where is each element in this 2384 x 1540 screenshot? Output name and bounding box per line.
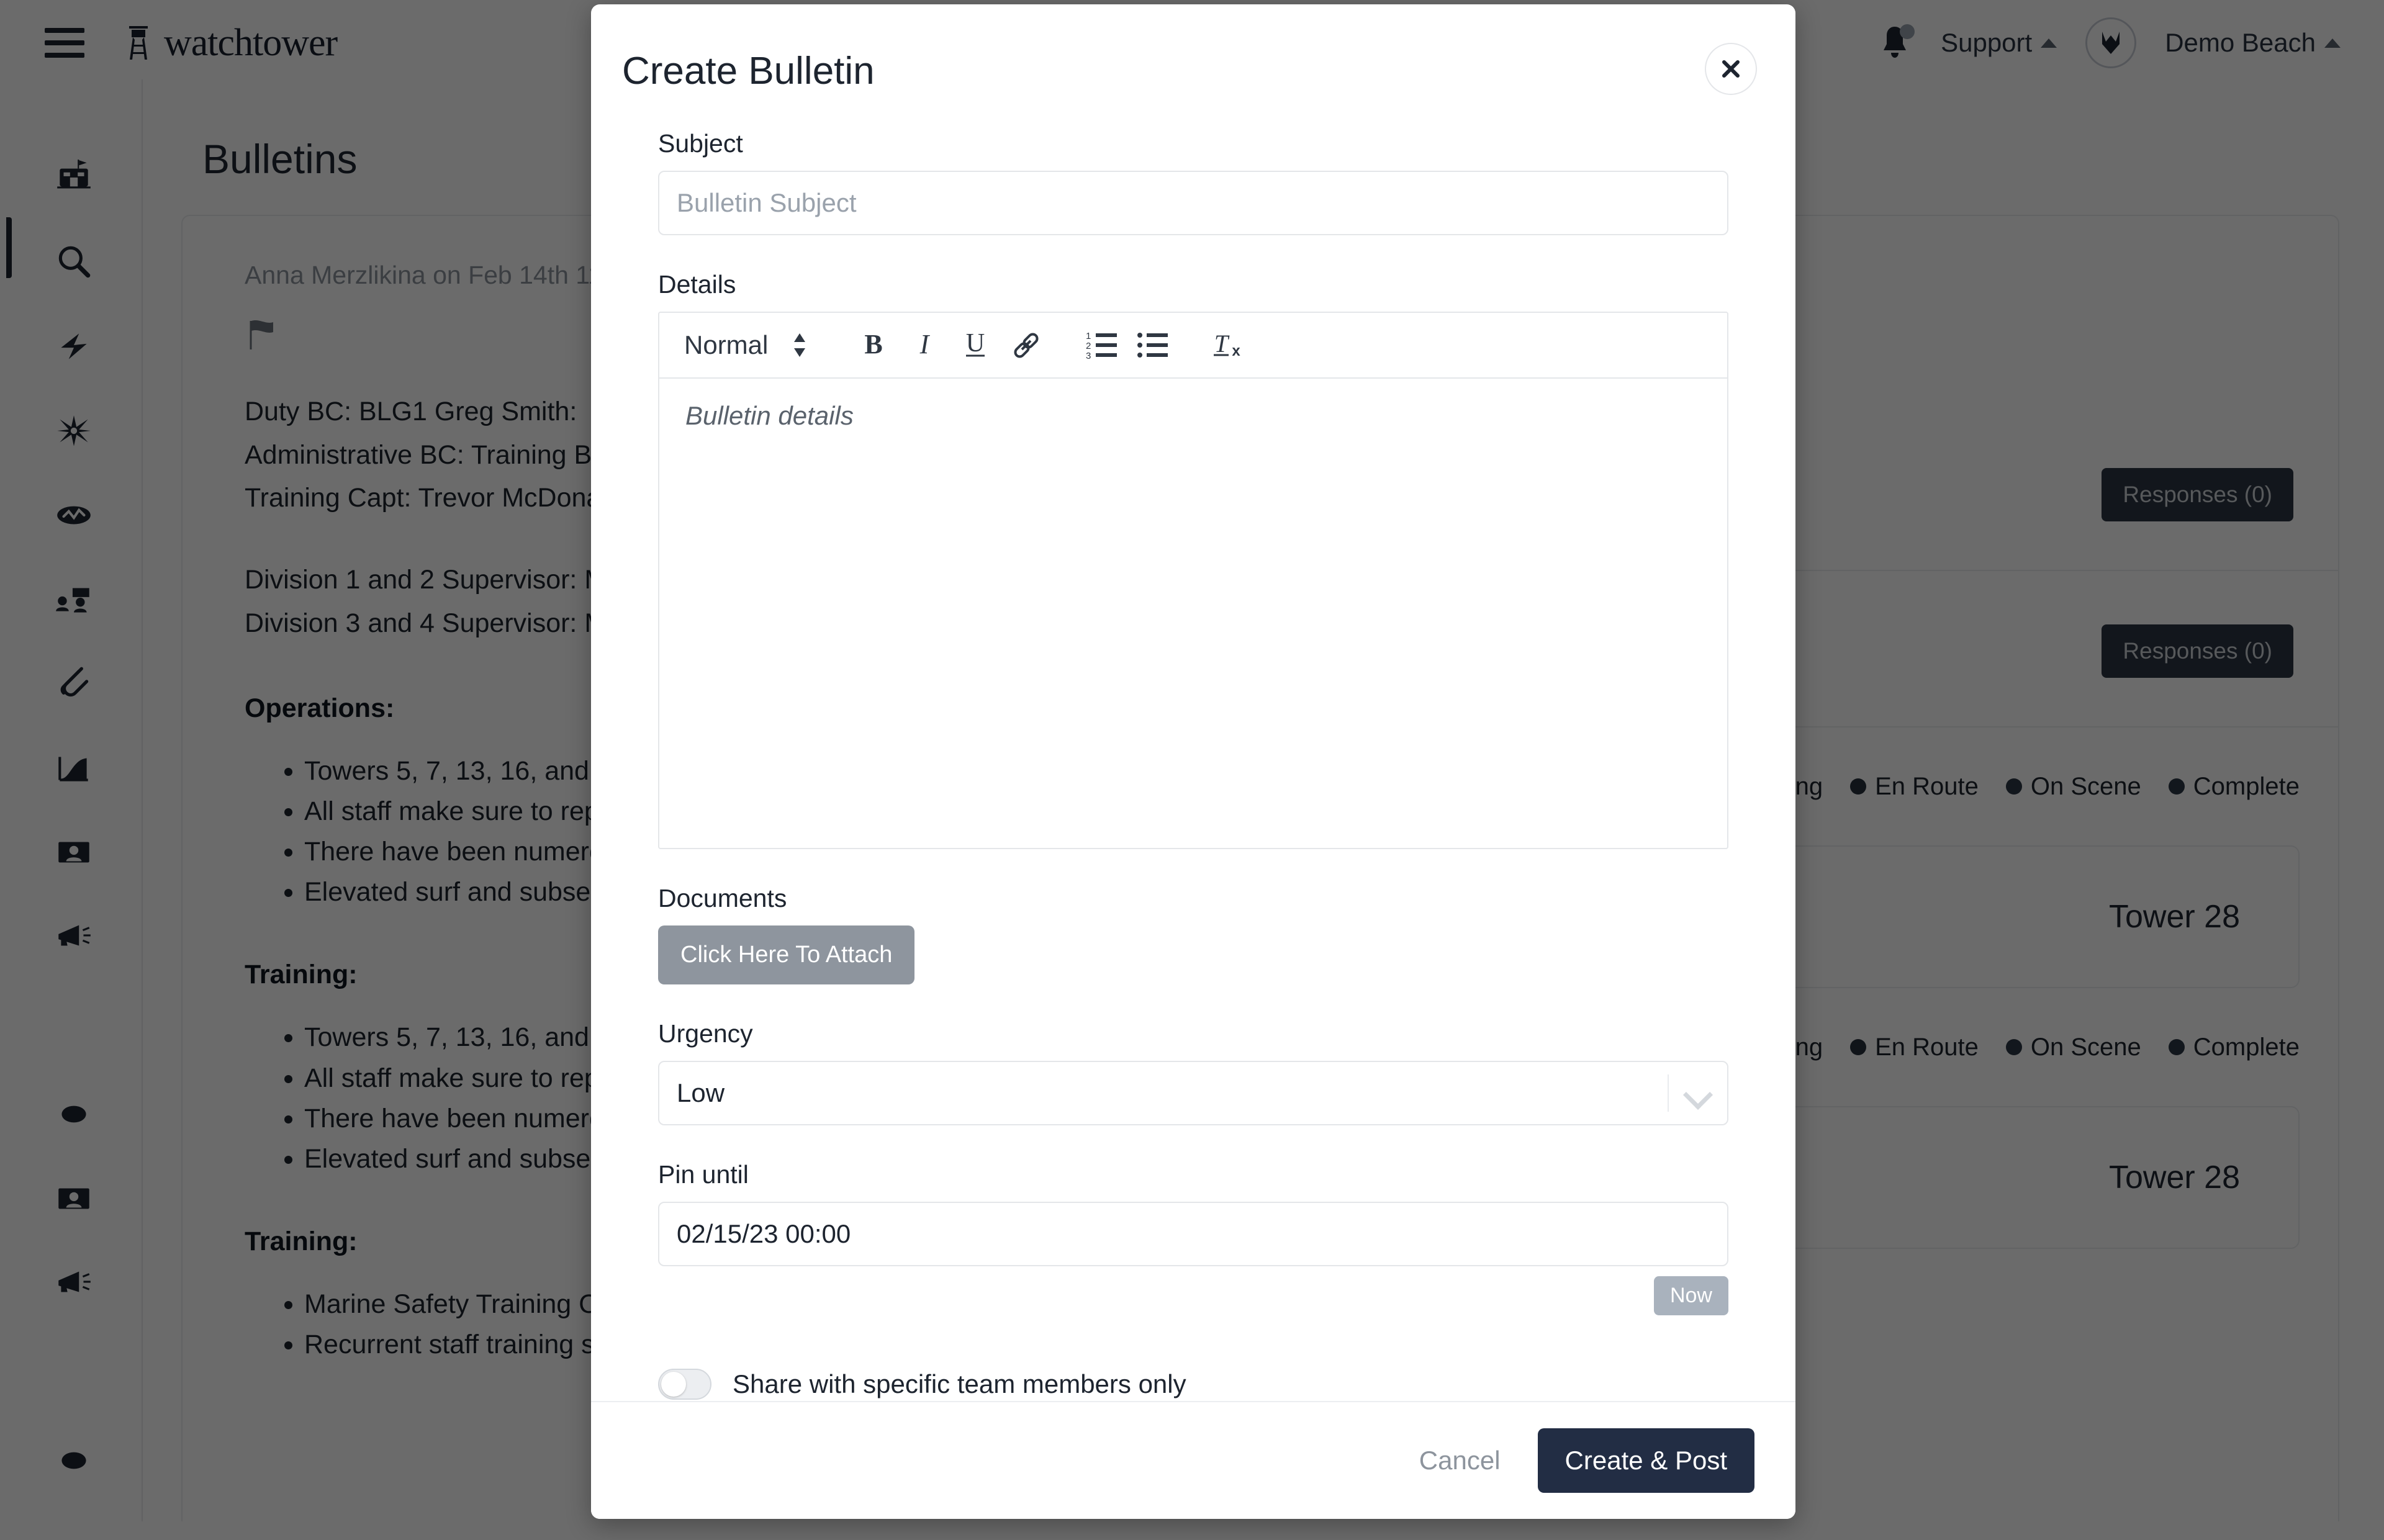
subject-input[interactable] <box>658 171 1728 235</box>
create-bulletin-modal: Create Bulletin Subject Details Normal <box>591 4 1795 1519</box>
urgency-select[interactable] <box>658 1061 1728 1125</box>
ordered-list-icon[interactable]: 1 2 3 <box>1078 322 1126 369</box>
italic-icon[interactable]: I <box>901 322 948 369</box>
select-divider <box>1668 1074 1669 1112</box>
create-and-post-button[interactable]: Create & Post <box>1537 1428 1754 1493</box>
svg-text:T: T <box>1214 330 1230 358</box>
bullet-list-icon[interactable] <box>1129 322 1176 369</box>
urgency-select-wrap <box>658 1061 1728 1125</box>
pin-until-input[interactable] <box>658 1202 1728 1266</box>
share-toggle-label: Share with specific team members only <box>733 1369 1186 1398</box>
modal-title: Create Bulletin <box>622 50 875 92</box>
clear-formatting-icon[interactable]: T x <box>1205 322 1252 369</box>
documents-field-group: Documents Click Here To Attach <box>627 884 1759 984</box>
attach-documents-button[interactable]: Click Here To Attach <box>658 925 915 984</box>
pin-until-field-group: Pin until Now <box>627 1160 1759 1315</box>
pin-until-label: Pin until <box>658 1160 749 1189</box>
format-select-label: Normal <box>684 330 769 359</box>
share-toggle[interactable] <box>658 1369 711 1400</box>
details-label: Details <box>658 270 736 299</box>
subject-label: Subject <box>658 129 743 158</box>
close-icon[interactable] <box>1705 43 1757 95</box>
details-field-group: Details Normal B I U 1 2 3 T x Bulletin … <box>627 270 1759 849</box>
bold-icon[interactable]: B <box>850 322 897 369</box>
documents-label: Documents <box>658 884 787 912</box>
svg-text:2: 2 <box>1086 341 1091 351</box>
now-row: Now <box>658 1276 1728 1315</box>
svg-text:U: U <box>966 330 985 358</box>
link-icon[interactable] <box>1003 322 1050 369</box>
subject-field-group: Subject <box>627 129 1759 235</box>
svg-text:x: x <box>1232 343 1241 359</box>
now-button[interactable]: Now <box>1653 1276 1728 1315</box>
underline-icon[interactable]: U <box>952 322 999 369</box>
details-editor[interactable]: Bulletin details <box>659 379 1727 848</box>
cancel-button[interactable]: Cancel <box>1419 1446 1501 1475</box>
urgency-field-group: Urgency <box>627 1019 1759 1125</box>
svg-text:1: 1 <box>1086 331 1091 341</box>
urgency-label: Urgency <box>658 1019 753 1048</box>
editor-toolbar: Normal B I U 1 2 3 T x <box>659 313 1727 379</box>
svg-text:I: I <box>919 330 931 359</box>
rich-text-editor: Normal B I U 1 2 3 T x Bulletin details <box>658 312 1728 849</box>
modal-body: Subject Details Normal B <box>591 93 1795 1401</box>
svg-text:3: 3 <box>1086 351 1091 361</box>
share-toggle-row: Share with specific team members only <box>627 1369 1759 1400</box>
modal-footer: Cancel Create & Post <box>591 1401 1795 1519</box>
toggle-knob <box>661 1372 686 1397</box>
updown-chevron-icon <box>794 333 806 357</box>
svg-text:B: B <box>865 330 883 359</box>
format-select[interactable]: Normal <box>684 330 808 360</box>
